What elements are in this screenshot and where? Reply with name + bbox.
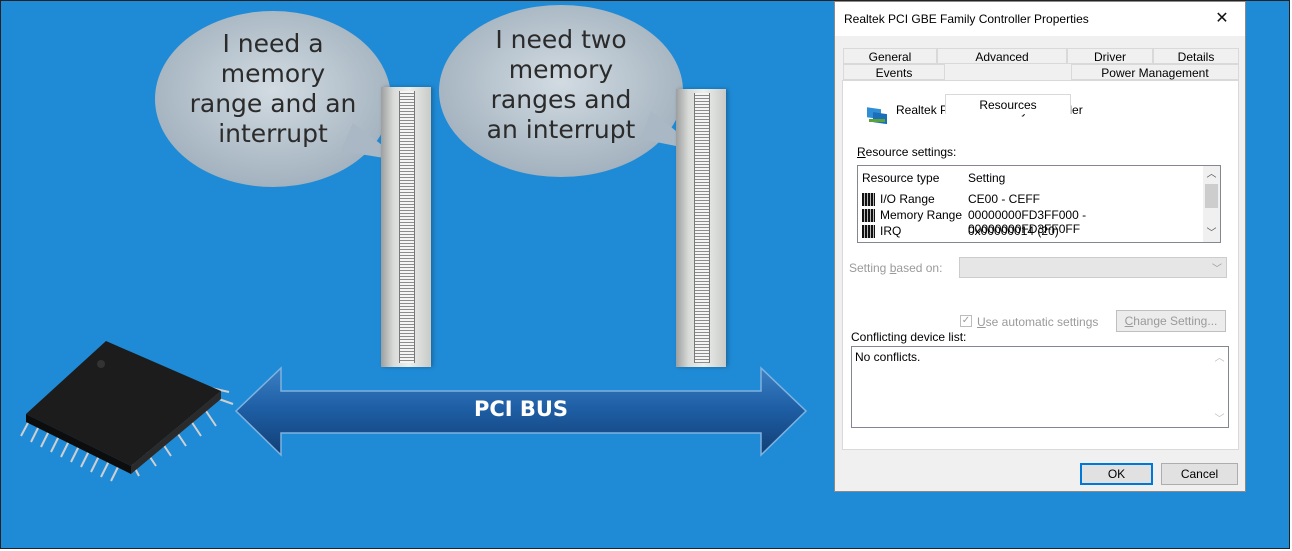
tab-details[interactable]: Details <box>1153 48 1239 64</box>
resource-value: 0x00000014 (20) <box>968 224 1059 238</box>
chevron-down-icon[interactable]: ﹀ <box>1203 225 1220 242</box>
bubble-left-line: I need a <box>222 29 324 58</box>
resource-icon <box>862 225 875 238</box>
column-header-resource-type[interactable]: Resource type <box>862 171 939 185</box>
bubble-left-line: memory <box>220 59 326 88</box>
dialog-titlebar: Realtek PCI GBE Family Controller Proper… <box>835 2 1245 36</box>
resource-settings-label: Resource settings: <box>857 145 957 159</box>
resource-icon <box>862 193 875 206</box>
resource-icon <box>862 209 875 222</box>
device-properties-dialog: Realtek PCI GBE Family Controller Proper… <box>834 1 1246 492</box>
tab-events[interactable]: Events <box>843 64 945 80</box>
chevron-down-icon[interactable]: ﹀ <box>1211 410 1228 425</box>
ok-button[interactable]: OK <box>1080 463 1153 485</box>
resource-type: Memory Range <box>880 208 963 222</box>
tab-advanced[interactable]: Advanced <box>937 48 1067 64</box>
resource-type: IRQ <box>880 224 902 238</box>
scroll-thumb[interactable] <box>1205 184 1218 208</box>
vertical-scrollbar[interactable]: ︿ ﹀ <box>1211 347 1228 427</box>
bubble-right-line: I need two <box>495 25 627 54</box>
bubble-left-text: I need a memory range and an interrupt <box>173 29 373 149</box>
conflicting-device-list[interactable]: No conflicts. ︿ ﹀ <box>851 346 1229 428</box>
use-automatic-settings-label[interactable]: Use automatic settings <box>977 315 1098 329</box>
resource-type: I/O Range <box>880 192 935 206</box>
cpu-chip-icon <box>20 341 234 482</box>
chevron-up-icon[interactable]: ︿ <box>1211 349 1228 364</box>
setting-based-on-label: Setting based on: <box>849 261 943 275</box>
pci-slot-icon <box>676 89 726 367</box>
bubble-right-line: an interrupt <box>486 115 636 144</box>
setting-based-on-dropdown[interactable]: ﹀ <box>959 257 1227 278</box>
close-button[interactable]: ✕ <box>1199 2 1245 36</box>
resource-settings-list[interactable]: Resource type Setting I/O Range CE00 - C… <box>857 165 1221 243</box>
resource-value: CE00 - CEFF <box>968 192 1041 206</box>
bubble-right-text: I need two memory ranges and an interrup… <box>466 25 656 145</box>
change-setting-button[interactable]: Change Setting... <box>1116 310 1226 332</box>
pci-slot-icon <box>381 87 431 367</box>
conflicting-device-list-label: Conflicting device list: <box>851 330 967 344</box>
bubble-left-line: interrupt <box>218 119 328 148</box>
bubble-right-line: memory <box>508 55 614 84</box>
tab-power-management[interactable]: Power Management <box>1071 64 1239 80</box>
cancel-button[interactable]: Cancel <box>1161 463 1238 485</box>
vertical-scrollbar[interactable]: ︿ ﹀ <box>1203 166 1220 242</box>
chevron-down-icon: ﹀ <box>1212 264 1222 275</box>
slide-background: I need a memory range and an interrupt I… <box>0 0 1290 549</box>
tab-resources[interactable]: Resources <box>945 94 1071 114</box>
bubble-right-line: ranges and <box>490 85 632 114</box>
resources-panel: Realtek PCI GBE Family Controller Resour… <box>842 80 1239 450</box>
dialog-title: Realtek PCI GBE Family Controller Proper… <box>844 12 1089 26</box>
use-automatic-settings-checkbox[interactable]: ✓ <box>960 315 972 327</box>
pci-bus-label: PCI BUS <box>473 397 569 421</box>
network-adapter-icon <box>867 107 887 125</box>
conflict-text: No conflicts. <box>855 350 921 364</box>
chevron-up-icon[interactable]: ︿ <box>1203 166 1220 183</box>
bubble-left-line: range and an <box>189 89 357 118</box>
tab-general[interactable]: General <box>843 48 937 64</box>
table-row[interactable]: IRQ 0x00000014 (20) <box>858 224 1198 242</box>
column-header-setting[interactable]: Setting <box>968 171 1005 185</box>
tab-driver[interactable]: Driver <box>1067 48 1153 64</box>
